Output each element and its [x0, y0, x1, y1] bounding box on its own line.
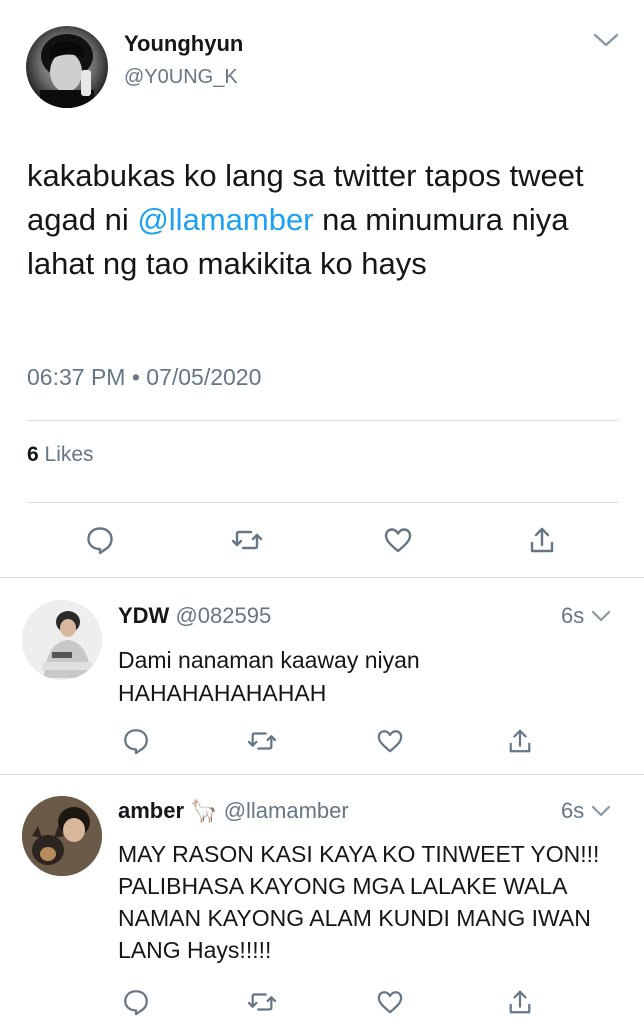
avatar-amber[interactable] [22, 796, 102, 876]
reply-2-header: amber 🦙 @llamamber [118, 798, 349, 824]
tweet-timestamp: 06:37 PM • 07/05/2020 [27, 364, 262, 390]
reply-1-retweet-icon[interactable] [242, 721, 282, 761]
divider [27, 420, 618, 421]
share-icon[interactable] [522, 520, 562, 560]
reply-1-like-heart-icon[interactable] [370, 721, 410, 761]
likes-count: 6 [27, 443, 39, 466]
reply-1-name[interactable]: YDW [118, 603, 169, 628]
reply-1-header: YDW @082595 [118, 603, 271, 629]
divider [0, 774, 644, 775]
divider [0, 577, 644, 578]
reply-1-text: Dami nanaman kaaway niyan HAHAHAHAHAHAH [118, 647, 420, 706]
reply-2-name-emoji-llama: 🦙 [190, 798, 218, 823]
reply-1-reply-icon[interactable] [116, 721, 156, 761]
reply-1-chevron-down-icon[interactable] [590, 604, 612, 630]
reply-1-meta: 6s [561, 603, 612, 630]
reply-2-name[interactable]: amber [118, 798, 184, 823]
likes-label: Likes [44, 443, 94, 466]
likes-count-row[interactable]: 6 Likes [27, 443, 94, 467]
reply-2-handle[interactable]: @llamamber [224, 798, 349, 823]
reply-2-time: 6s [561, 798, 585, 823]
reply-2-reply-icon[interactable] [116, 982, 156, 1022]
mention-link[interactable]: @llamamber [137, 202, 313, 237]
tweet-menu-chevron-down-icon[interactable] [592, 30, 620, 50]
reply-2-share-icon[interactable] [500, 982, 540, 1022]
reply-2-meta: 6s [561, 798, 612, 825]
reply-1-time: 6s [561, 603, 585, 628]
reply-2-chevron-down-icon[interactable] [590, 799, 612, 825]
divider [27, 502, 618, 503]
tweet-text: kakabukas ko lang sa twitter tapos tweet… [27, 154, 627, 286]
reply-2-retweet-icon[interactable] [242, 982, 282, 1022]
like-heart-icon[interactable] [378, 520, 418, 560]
reply-2-text: MAY RASON KASI KAYA KO TINWEET YON!!! PA… [118, 841, 600, 963]
reply-icon[interactable] [80, 520, 120, 560]
avatar-ydw[interactable] [22, 600, 102, 680]
avatar-younghyun[interactable] [26, 26, 108, 108]
reply-1-share-icon[interactable] [500, 721, 540, 761]
retweet-icon[interactable] [227, 520, 267, 560]
reply-2-like-heart-icon[interactable] [370, 982, 410, 1022]
tweet-author-name[interactable]: Younghyun [124, 31, 243, 57]
tweet-author-handle[interactable]: @Y0UNG_K [124, 66, 238, 89]
reply-1-handle[interactable]: @082595 [175, 603, 271, 628]
